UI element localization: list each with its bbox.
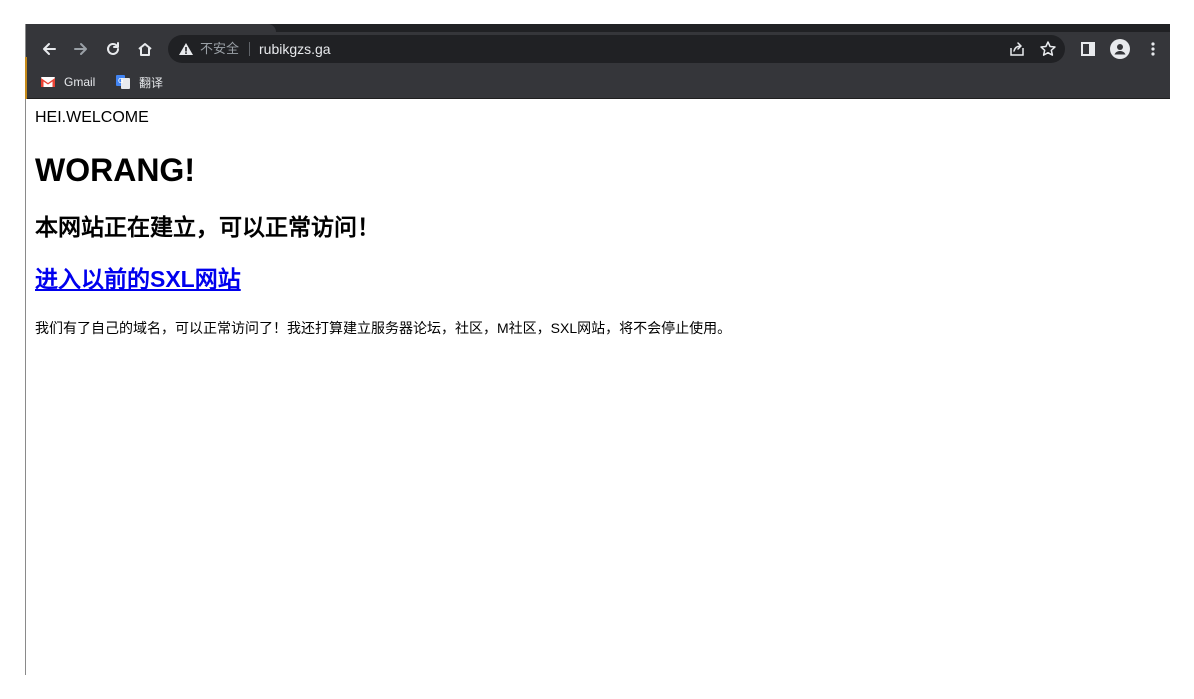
warning-icon[interactable] — [178, 41, 194, 57]
bookmark-label: 翻译 — [139, 75, 164, 90]
intro-text: HEI.WELCOME — [35, 109, 149, 126]
home-button[interactable] — [132, 36, 158, 62]
arrow-left-icon — [43, 43, 56, 55]
bookmark-translate[interactable]: G 翻译 — [115, 73, 163, 91]
star-icon[interactable] — [1039, 40, 1057, 58]
url-text[interactable]: rubikgzs.ga — [259, 41, 331, 57]
bookmark-label: Gmail — [64, 75, 96, 89]
page-subheading: 本网站正在建立，可以正常访问！ — [35, 214, 380, 240]
page-content: HEI.WELCOME WORANG! 本网站正在建立，可以正常访问！ 进入以前… — [26, 99, 1170, 675]
browser-toolbar: 不安全 rubikgzs.ga — [26, 32, 1170, 65]
active-tab-edge[interactable] — [26, 24, 276, 32]
gmail-icon — [41, 77, 55, 87]
page-heading: WORANG! — [35, 152, 195, 188]
back-button[interactable] — [36, 36, 62, 62]
browser-window: 不安全 rubikgzs.ga Gmail G 翻译 HEI.WELCOME W… — [25, 24, 1170, 675]
security-label[interactable]: 不安全 — [200, 41, 239, 57]
profile-button[interactable] — [1109, 38, 1131, 60]
forward-button[interactable] — [68, 36, 94, 62]
bookmark-gmail[interactable]: Gmail — [40, 73, 95, 91]
translate-icon: G — [116, 75, 130, 89]
old-site-link[interactable]: 进入以前的SXL网站 — [35, 264, 241, 294]
tab-strip — [26, 24, 1170, 32]
share-icon[interactable] — [1008, 40, 1026, 58]
bookmarks-bar: Gmail G 翻译 — [26, 65, 1170, 99]
arrow-right-icon — [74, 43, 87, 55]
window-accent-border — [25, 57, 27, 99]
svg-text:G: G — [118, 77, 123, 85]
more-vertical-icon — [1151, 42, 1155, 56]
body-paragraph: 我们有了自己的域名，可以正常访问了！我还打算建立服务器论坛，社区，M社区，SXL… — [35, 320, 732, 336]
side-panel-icon — [1081, 42, 1095, 56]
reload-icon — [107, 42, 119, 55]
home-icon — [138, 43, 152, 56]
address-bar[interactable]: 不安全 rubikgzs.ga — [168, 35, 1065, 63]
side-panel-button[interactable] — [1077, 38, 1099, 60]
avatar-icon — [1110, 39, 1130, 59]
menu-button[interactable] — [1142, 38, 1164, 60]
omnibox-separator — [249, 42, 250, 56]
reload-button[interactable] — [100, 36, 126, 62]
